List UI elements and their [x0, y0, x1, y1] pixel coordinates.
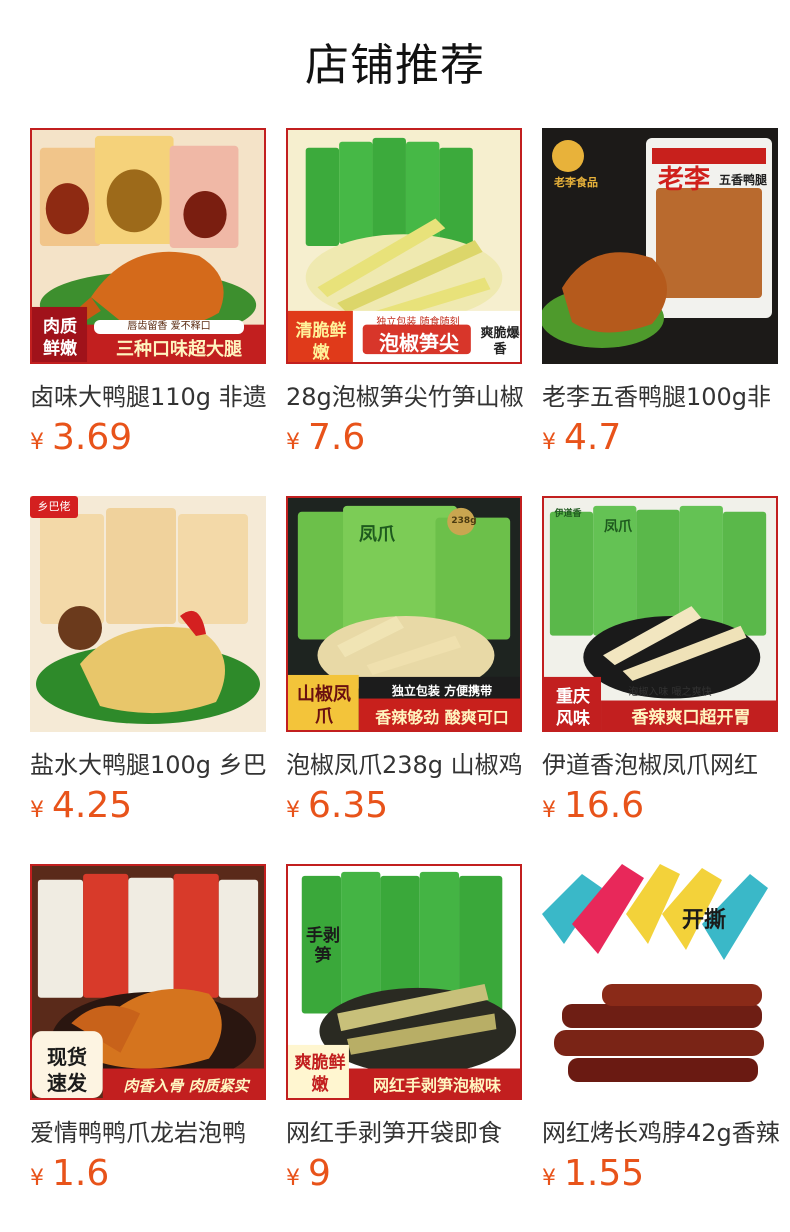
side-text: 爽脆爆香 [480, 326, 520, 357]
pack-text: 凤爪 [359, 524, 395, 545]
currency-symbol: ¥ [30, 430, 44, 455]
brand-text: 乡巴佬 [37, 500, 71, 513]
chicken-feet-product-image[interactable]: 伊道香 凤爪 重庆风味 泡椒入味 嘬之爽快 香辣爽口超开胃 [542, 496, 778, 732]
product-card[interactable]: 开撕 网红烤长鸡脖42g香辣 ¥1.55 [542, 864, 780, 1204]
price-value: 1.6 [52, 1153, 110, 1194]
currency-symbol: ¥ [30, 798, 44, 823]
currency-symbol: ¥ [286, 430, 300, 455]
tag-badge: 爽脆鲜嫩 [294, 1053, 346, 1095]
tag-badge: 山椒凤爪 [297, 684, 351, 727]
currency-symbol: ¥ [542, 1166, 556, 1191]
product-price: ¥9 [286, 1152, 331, 1196]
pack-text: 开撕 [681, 908, 726, 933]
pack-text: 手剥笋 [306, 926, 340, 966]
product-card[interactable]: 老李食品 老李 五香鸭腿 老李五香鸭腿100g非 ¥4.7 [542, 128, 780, 468]
product-card[interactable]: 238g 凤爪 山椒凤爪 独立包装 方便携带 香辣够劲 酸爽可口 泡椒凤爪238… [286, 496, 524, 836]
banner-text: 网红手剥笋泡椒味 [372, 1076, 501, 1095]
price-value: 16.6 [564, 785, 645, 826]
pickled-chicken-feet-product-image[interactable]: 238g 凤爪 山椒凤爪 独立包装 方便携带 香辣够劲 酸爽可口 [286, 496, 522, 732]
product-title[interactable]: 老李五香鸭腿100g非 [542, 380, 780, 414]
price-value: 4.7 [564, 417, 622, 458]
flavor-text: 五香鸭腿 [718, 173, 767, 187]
product-title[interactable]: 爱情鸭鸭爪龙岩泡鸭 [30, 1116, 268, 1150]
tag-badge: 肉质鲜嫩 [43, 317, 77, 359]
banner-text: 肉香入骨 肉质紧实 [123, 1077, 249, 1095]
spiced-duck-leg-product-image[interactable]: 老李食品 老李 五香鸭腿 [542, 128, 778, 364]
banner-text: 香辣够劲 酸爽可口 [375, 708, 509, 727]
salted-duck-image-svg [30, 496, 266, 732]
product-title[interactable]: 网红烤长鸡脖42g香辣 [542, 1116, 780, 1150]
bamboo-shoot-product-image[interactable]: 清脆鲜嫩 独立包装 随食随刻 泡椒笋尖 爽脆爆香 [286, 128, 522, 364]
currency-symbol: ¥ [542, 798, 556, 823]
banner-text: 香辣爽口超开胃 [631, 708, 751, 728]
chicken-neck-image-svg [542, 864, 778, 1100]
pack-text: 老李 [657, 165, 710, 195]
product-price: ¥16.6 [542, 784, 644, 828]
product-price: ¥4.25 [30, 784, 132, 828]
currency-symbol: ¥ [286, 798, 300, 823]
pack-text: 凤爪 [604, 519, 632, 535]
duck-leg-product-image[interactable]: 肉质鲜嫩 三种口味超大腿 唇齿留香 爱不释口 [30, 128, 266, 364]
price-value: 3.69 [52, 417, 133, 458]
price-value: 4.25 [52, 785, 133, 826]
page-title: 店铺推荐 [305, 40, 485, 91]
weight-badge: 238g [451, 516, 477, 526]
subtitle-text: 独立包装 方便携带 [391, 684, 493, 698]
banner-text: 泡椒笋尖 [379, 331, 459, 355]
tag-badge: 清脆鲜嫩 [295, 321, 347, 363]
product-card[interactable]: 肉质鲜嫩 三种口味超大腿 唇齿留香 爱不释口 卤味大鸭腿110g 非遗 ¥3.6… [30, 128, 268, 468]
product-price: ¥4.7 [542, 416, 621, 460]
product-card[interactable]: 现货速发 肉香入骨 肉质紧实 爱情鸭鸭爪龙岩泡鸭 ¥1.6 [30, 864, 268, 1204]
product-card[interactable]: 清脆鲜嫩 独立包装 随食随刻 泡椒笋尖 爽脆爆香 28g泡椒笋尖竹笋山椒 ¥7.… [286, 128, 524, 468]
currency-symbol: ¥ [542, 430, 556, 455]
tag-badge: 重庆风味 [556, 687, 590, 729]
tag-badge: 现货速发 [47, 1045, 87, 1095]
currency-symbol: ¥ [30, 1166, 44, 1191]
subtitle-text: 独立包装 随食随刻 [376, 317, 460, 328]
brand-text: 伊道香 [554, 509, 582, 519]
salted-duck-leg-product-image[interactable]: 乡巴佬 [30, 496, 266, 732]
subtitle-text: 唇齿留香 爱不释口 [94, 320, 244, 334]
product-title[interactable]: 伊道香泡椒凤爪网红 [542, 748, 780, 782]
shop-recommend-header: 店铺推荐 [0, 0, 790, 128]
price-value: 7.6 [308, 417, 366, 458]
product-card[interactable]: 乡巴佬 盐水大鸭腿100g 乡巴 ¥4.25 [30, 496, 268, 836]
product-price: ¥1.55 [542, 1152, 644, 1196]
duck-feet-product-image[interactable]: 现货速发 肉香入骨 肉质紧实 [30, 864, 266, 1100]
product-price: ¥6.35 [286, 784, 388, 828]
price-value: 1.55 [564, 1153, 645, 1194]
banner-text: 三种口味超大腿 [116, 339, 242, 360]
product-card[interactable]: 手剥笋 爽脆鲜嫩 网红手剥笋泡椒味 网红手剥笋开袋即食 ¥9 [286, 864, 524, 1204]
hand-peeled-bamboo-product-image[interactable]: 手剥笋 爽脆鲜嫩 网红手剥笋泡椒味 [286, 864, 522, 1100]
roast-chicken-neck-product-image[interactable]: 开撕 [542, 864, 778, 1100]
product-card[interactable]: 伊道香 凤爪 重庆风味 泡椒入味 嘬之爽快 香辣爽口超开胃 伊道香泡椒凤爪网红 … [542, 496, 780, 836]
subtitle-text: 泡椒入味 嘬之爽快 [628, 687, 712, 698]
product-title[interactable]: 泡椒凤爪238g 山椒鸡 [286, 748, 524, 782]
price-value: 9 [308, 1153, 331, 1194]
brand-text: 老李食品 [554, 176, 598, 189]
product-title[interactable]: 盐水大鸭腿100g 乡巴 [30, 748, 268, 782]
price-value: 6.35 [308, 785, 389, 826]
product-title[interactable]: 卤味大鸭腿110g 非遗 [30, 380, 268, 414]
product-price: ¥3.69 [30, 416, 132, 460]
currency-symbol: ¥ [286, 1166, 300, 1191]
product-title[interactable]: 网红手剥笋开袋即食 [286, 1116, 524, 1150]
product-title[interactable]: 28g泡椒笋尖竹笋山椒 [286, 380, 524, 414]
product-price: ¥7.6 [286, 416, 365, 460]
product-price: ¥1.6 [30, 1152, 109, 1196]
